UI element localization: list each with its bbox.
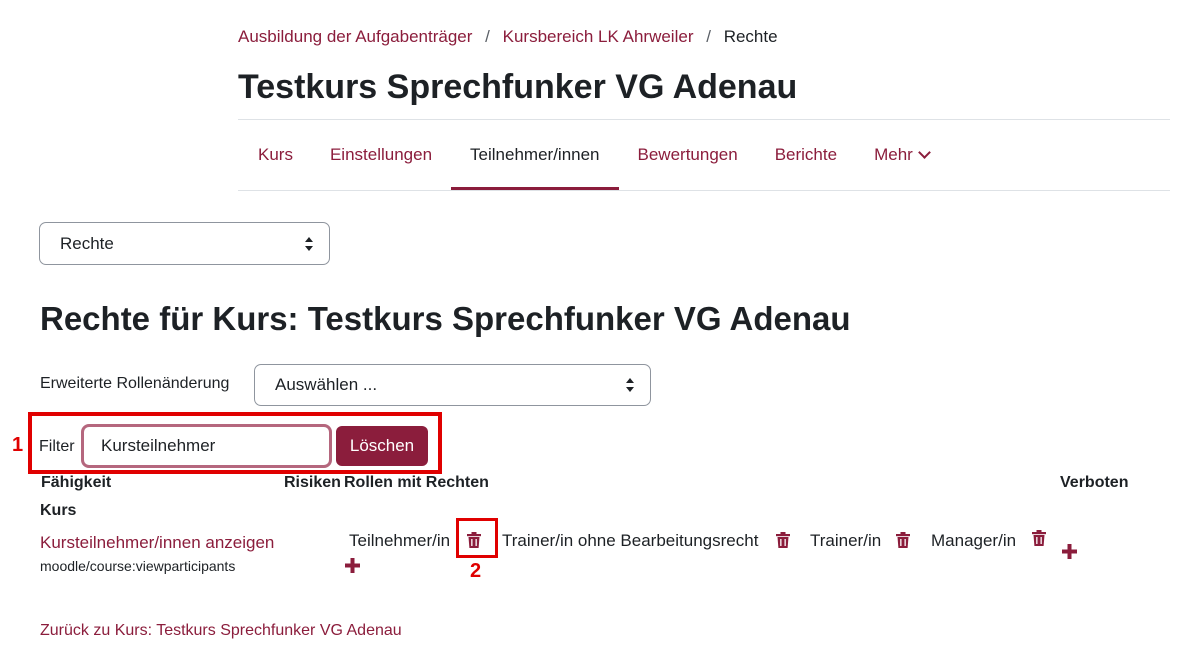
capability-name-link[interactable]: Kursteilnehmer/innen anzeigen [40,533,274,553]
capability-code: moodle/course:viewparticipants [40,558,236,574]
breadcrumb-current: Rechte [723,27,778,46]
filter-label: Filter [39,438,75,455]
column-header-prohibited: Verboten [1060,474,1129,491]
breadcrumb-link-kursbereich[interactable]: Kursbereich LK Ahrweiler [503,27,694,46]
add-role-plus-icon[interactable] [345,558,360,573]
capability-group-heading: Kurs [40,502,77,519]
add-prohibited-role-plus-icon[interactable] [1062,544,1077,559]
role-label-teilnehmer: Teilnehmer/in [349,531,451,550]
breadcrumb: Ausbildung der Aufgabenträger / Kursbere… [238,27,778,47]
chevron-down-icon [917,146,931,159]
filter-input[interactable] [81,424,332,468]
role-label-manager: Manager/in [931,531,1017,550]
page-select[interactable]: Rechte [39,222,330,265]
tab-kurs[interactable]: Kurs [258,120,293,190]
advanced-role-override-value: Auswählen ... [275,375,378,394]
advanced-role-override-label: Erweiterte Rollenänderung [40,375,230,392]
role-label-trainer: Trainer/in [810,531,882,550]
advanced-role-override-select[interactable]: Auswählen ... [254,364,651,406]
updown-icon [305,236,313,251]
callout-highlight-2 [456,518,498,558]
role-label-trainer-ohne-bearbeitungsrecht: Trainer/in ohne Bearbeitungsrecht [502,531,759,550]
trash-icon[interactable] [776,532,790,548]
breadcrumb-separator: / [706,27,711,46]
callout-number-1: 1 [12,434,24,456]
callout-number-2: 2 [470,560,482,582]
column-header-roles: Rollen mit Rechten [344,474,489,491]
tab-mehr[interactable]: Mehr [874,120,931,190]
trash-icon[interactable] [1032,530,1046,546]
tab-mehr-label: Mehr [874,145,913,164]
nav-divider-bottom [238,190,1170,191]
column-header-risks: Risiken [284,474,341,491]
trash-icon[interactable] [896,532,910,548]
breadcrumb-link-ausbildung[interactable]: Ausbildung der Aufgabenträger [238,27,472,46]
column-header-capability: Fähigkeit [41,474,112,491]
tab-teilnehmer[interactable]: Teilnehmer/innen [451,120,619,190]
course-nav: Kurs Einstellungen Teilnehmer/innen Bewe… [238,120,931,190]
updown-icon [626,378,634,392]
course-title: Testkurs Sprechfunker VG Adenau [238,68,798,106]
clear-filter-button[interactable]: Löschen [336,426,428,466]
page-select-value: Rechte [60,233,114,253]
page-heading: Rechte für Kurs: Testkurs Sprechfunker V… [40,300,851,337]
breadcrumb-separator: / [485,27,490,46]
tab-bewertungen[interactable]: Bewertungen [638,120,738,190]
tab-einstellungen[interactable]: Einstellungen [330,120,432,190]
tab-berichte[interactable]: Berichte [775,120,837,190]
back-to-course-link[interactable]: Zurück zu Kurs: Testkurs Sprechfunker VG… [40,622,402,640]
